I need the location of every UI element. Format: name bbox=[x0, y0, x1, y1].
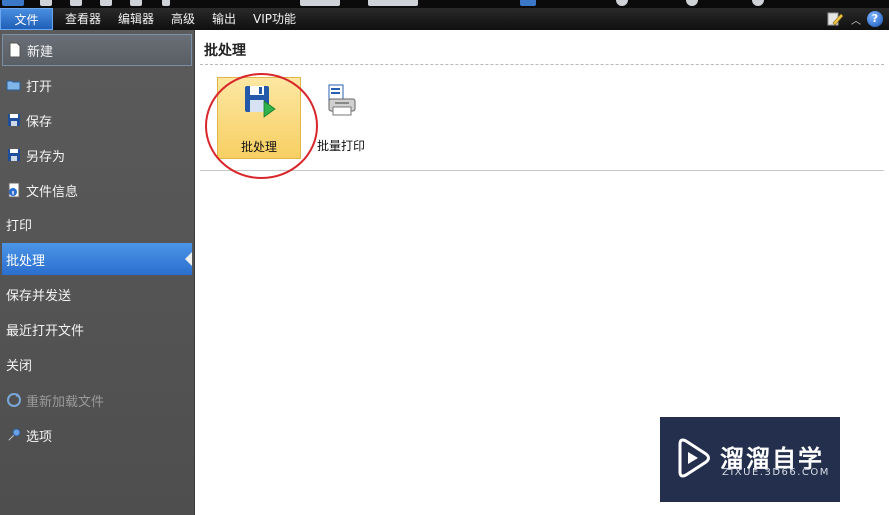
wrench-icon bbox=[7, 428, 21, 442]
sidebar-item-file-info[interactable]: 文件信息 bbox=[2, 174, 192, 206]
toolbar-icon[interactable] bbox=[520, 0, 536, 6]
sidebar-item-label: 批处理 bbox=[6, 253, 46, 269]
sidebar-item-save[interactable]: 保存 bbox=[2, 104, 192, 136]
toolbar-icon[interactable] bbox=[40, 0, 52, 6]
sidebar-item-label: 打开 bbox=[26, 79, 53, 95]
folder-open-icon bbox=[6, 80, 21, 91]
sidebar-item-label: 选项 bbox=[26, 429, 53, 445]
save-icon bbox=[8, 114, 20, 126]
toolbar-icon[interactable] bbox=[368, 0, 418, 6]
toolbar-icon[interactable] bbox=[752, 0, 764, 6]
page-title: 批处理 bbox=[204, 43, 246, 59]
toolbar-icon[interactable] bbox=[686, 0, 698, 6]
sidebar-item-close[interactable]: 关闭 bbox=[2, 348, 192, 380]
sidebar-item-reload: 重新加载文件 bbox=[2, 384, 192, 416]
sidebar-item-label: 最近打开文件 bbox=[6, 323, 85, 339]
play-logo-icon bbox=[678, 438, 710, 478]
menu-file[interactable]: 文件 bbox=[0, 8, 53, 30]
new-doc-icon bbox=[9, 42, 21, 58]
sidebar-item-label: 新建 bbox=[27, 44, 54, 60]
help-icon[interactable]: ? bbox=[867, 11, 883, 27]
menu-viewer[interactable]: 查看器 bbox=[59, 8, 107, 30]
toolbar-icon[interactable] bbox=[100, 0, 112, 6]
sidebar-item-options[interactable]: 选项 bbox=[2, 419, 192, 451]
sidebar-item-recent-files[interactable]: 最近打开文件 bbox=[2, 313, 192, 345]
menu-editor[interactable]: 编辑器 bbox=[112, 8, 160, 30]
menu-vip[interactable]: VIP功能 bbox=[247, 8, 302, 30]
collapse-ribbon-icon[interactable]: ︿ bbox=[851, 12, 861, 27]
menu-output[interactable]: 输出 bbox=[206, 8, 242, 30]
app-icon[interactable] bbox=[2, 0, 24, 6]
top-toolbar-strip bbox=[0, 0, 889, 8]
sidebar-item-save-and-send[interactable]: 保存并发送 bbox=[2, 278, 192, 310]
sidebar-item-new[interactable]: 新建 bbox=[2, 34, 192, 66]
batch-print-icon bbox=[328, 84, 356, 116]
reload-icon bbox=[7, 393, 21, 407]
menubar-right-icons: ︿ ? bbox=[827, 9, 883, 29]
sidebar-item-open[interactable]: 打开 bbox=[2, 69, 192, 101]
sidebar-item-label: 保存 bbox=[26, 114, 53, 130]
sidebar-item-print[interactable]: 打印 bbox=[2, 208, 192, 240]
file-sidebar: 新建 打开 保存 另存为 文件信息 打印 批处理 保存并发送 最近打开文件 关闭… bbox=[0, 30, 195, 515]
info-icon bbox=[8, 182, 20, 198]
toolbar-icon[interactable] bbox=[70, 0, 82, 6]
toolbar-icon[interactable] bbox=[162, 0, 170, 6]
edit-style-icon[interactable] bbox=[827, 11, 845, 27]
sidebar-item-label: 另存为 bbox=[26, 149, 66, 165]
watermark-subtitle: ZIXUE.3D66.COM bbox=[722, 467, 830, 478]
menu-bar: 文件 查看器 编辑器 高级 输出 VIP功能 ︿ ? bbox=[0, 8, 889, 30]
section-divider bbox=[200, 170, 884, 171]
toolbar-icon[interactable] bbox=[300, 0, 340, 6]
toolbar-icon[interactable] bbox=[616, 0, 628, 6]
sidebar-item-batch[interactable]: 批处理 bbox=[2, 243, 192, 275]
sidebar-item-label: 关闭 bbox=[6, 358, 33, 374]
menu-advanced[interactable]: 高级 bbox=[165, 8, 201, 30]
sidebar-item-save-as[interactable]: 另存为 bbox=[2, 139, 192, 171]
save-as-icon bbox=[8, 149, 20, 161]
title-divider bbox=[200, 64, 884, 65]
sidebar-item-label: 重新加载文件 bbox=[26, 394, 105, 410]
sidebar-item-label: 文件信息 bbox=[26, 184, 79, 200]
toolbar-icon[interactable] bbox=[130, 0, 142, 6]
sidebar-item-label: 保存并发送 bbox=[6, 288, 72, 304]
highlight-circle-annotation bbox=[205, 73, 318, 179]
sidebar-item-label: 打印 bbox=[6, 218, 33, 234]
watermark: 溜溜自学 ZIXUE.3D66.COM bbox=[660, 417, 840, 502]
